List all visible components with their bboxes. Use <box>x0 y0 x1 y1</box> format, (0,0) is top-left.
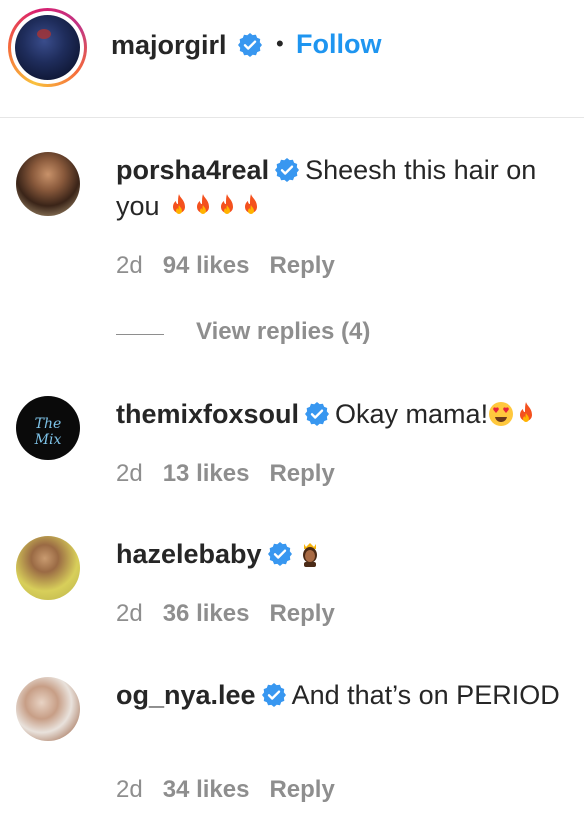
verified-badge-icon <box>275 155 300 182</box>
header-separator: • <box>276 31 284 56</box>
reply-button[interactable]: Reply <box>269 776 334 803</box>
comment-body: themixfoxsoul Okay mama! <box>116 396 572 436</box>
header-avatar-image <box>15 15 80 80</box>
comment-body: porsha4real Sheesh this hair on you <box>116 152 572 228</box>
heart-eyes-icon <box>488 400 514 436</box>
princess-icon <box>298 540 322 576</box>
comment-username[interactable]: hazelebaby <box>116 539 262 569</box>
comment-body: hazelebaby <box>116 536 572 576</box>
comment-likes[interactable]: 34 likes <box>163 776 250 803</box>
verified-badge-icon <box>267 539 292 566</box>
comment-username[interactable]: porsha4real <box>116 155 269 185</box>
comment-time: 2d <box>116 460 143 487</box>
fire-icon <box>191 192 215 228</box>
comment-avatar[interactable] <box>16 536 80 600</box>
comment-meta: 2d 36 likes Reply <box>116 600 355 628</box>
view-replies-label[interactable]: View replies (4) <box>196 318 370 346</box>
follow-button[interactable]: Follow <box>296 29 381 60</box>
comment-time: 2d <box>116 776 143 803</box>
verified-badge-icon <box>238 33 262 57</box>
comment-avatar[interactable] <box>16 677 80 741</box>
comment-time: 2d <box>116 600 143 627</box>
post-header: majorgirl • Follow <box>0 0 584 118</box>
comment-username[interactable]: og_nya.lee <box>116 680 256 710</box>
comment-meta: 2d 34 likes Reply <box>116 776 355 804</box>
verified-badge-icon <box>305 399 330 426</box>
comment-likes[interactable]: 94 likes <box>163 252 250 279</box>
fire-icon <box>514 400 538 436</box>
reply-button[interactable]: Reply <box>269 600 334 627</box>
fire-icon <box>167 192 191 228</box>
fire-icon <box>239 192 263 228</box>
comment-avatar[interactable] <box>16 152 80 216</box>
view-replies-line <box>116 334 164 335</box>
comment-text: And that’s on PERIOD <box>291 680 560 710</box>
avatar-logo-text: The Mix <box>34 416 62 448</box>
comment-username[interactable]: themixfoxsoul <box>116 399 299 429</box>
comment-body: og_nya.lee And that’s on PERIOD <box>116 677 572 713</box>
comment-avatar[interactable]: The Mix <box>16 396 80 460</box>
fire-icon <box>215 192 239 228</box>
reply-button[interactable]: Reply <box>269 252 334 279</box>
comment-likes[interactable]: 13 likes <box>163 460 250 487</box>
comment-time: 2d <box>116 252 143 279</box>
reply-button[interactable]: Reply <box>269 460 334 487</box>
comment-meta: 2d 13 likes Reply <box>116 460 355 488</box>
comment-text: Okay mama! <box>335 399 489 429</box>
comment-likes[interactable]: 36 likes <box>163 600 250 627</box>
comment-meta: 2d 94 likes Reply <box>116 252 355 280</box>
header-username[interactable]: majorgirl <box>111 30 227 61</box>
header-avatar[interactable] <box>8 8 87 87</box>
verified-badge-icon <box>261 680 286 707</box>
